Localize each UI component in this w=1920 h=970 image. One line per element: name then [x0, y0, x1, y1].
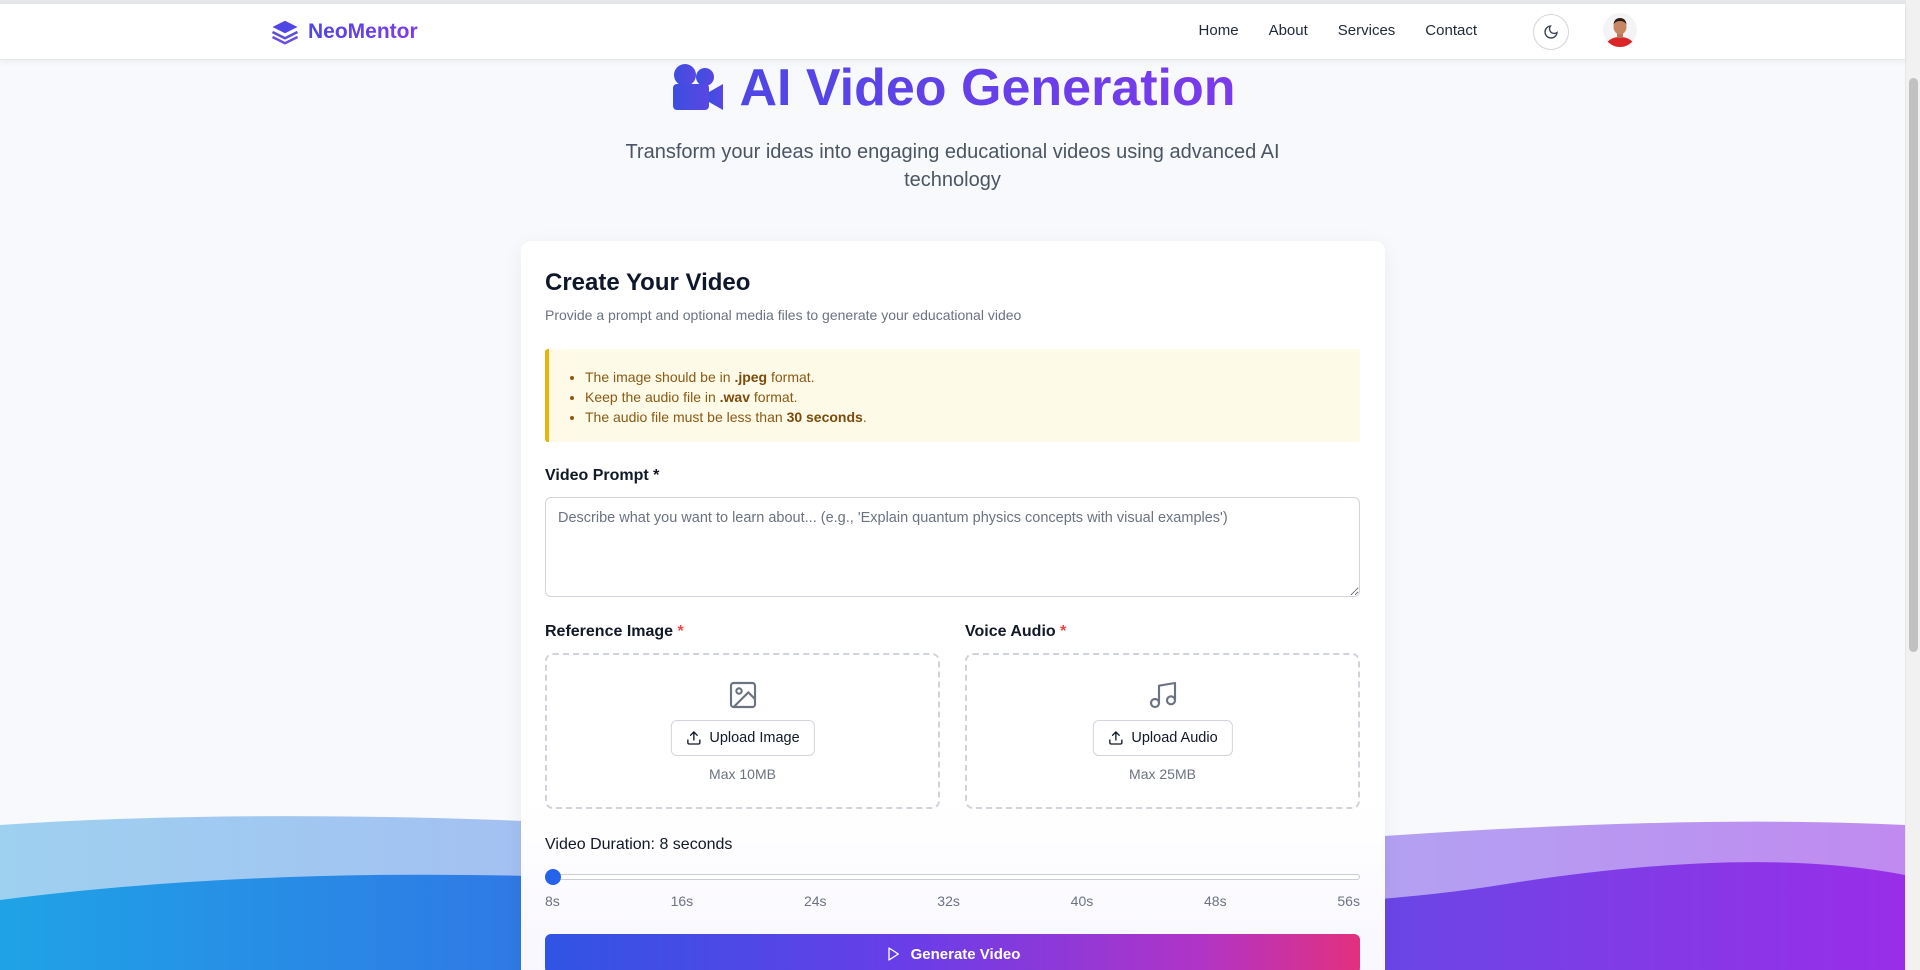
nav-home[interactable]: Home	[1199, 22, 1239, 39]
tick-label: 48s	[1204, 893, 1227, 909]
brand-name: NeoMentor	[308, 20, 418, 43]
video-camera-icon	[673, 64, 724, 110]
theme-toggle-button[interactable]	[1533, 14, 1569, 50]
tick-label: 40s	[1070, 893, 1094, 909]
card-description: Provide a prompt and optional media file…	[545, 307, 1022, 323]
nav-links: Home About Services Contact	[1199, 22, 1477, 39]
image-icon	[729, 681, 756, 709]
navbar: NeoMentor Home About Services Contact	[0, 4, 1905, 60]
brand[interactable]: NeoMentor	[270, 17, 418, 47]
tick-label: 8s	[545, 893, 560, 909]
page-title: AI Video Generation	[739, 59, 1236, 117]
format-notice: The image should be in .jpeg format. Kee…	[545, 349, 1360, 442]
user-avatar[interactable]	[1603, 13, 1637, 47]
upload-icon	[686, 731, 701, 745]
tick-label: 56s	[1337, 893, 1360, 909]
generate-video-button[interactable]: Generate Video	[545, 934, 1360, 970]
duration-label: Video Duration: 8 seconds	[545, 836, 733, 853]
upload-audio-label: Upload Audio	[1131, 730, 1218, 746]
generate-video-label: Generate Video	[910, 945, 1021, 963]
card-title: Create Your Video	[545, 269, 751, 296]
audio-size-limit: Max 25MB	[1129, 766, 1196, 782]
image-size-limit: Max 10MB	[709, 766, 776, 782]
page-scrollbar[interactable]	[1905, 0, 1920, 970]
layers-logo-icon	[271, 20, 299, 45]
scrollbar-thumb[interactable]	[1909, 78, 1918, 652]
avatar-icon	[1603, 13, 1637, 47]
video-prompt-input[interactable]	[545, 497, 1360, 597]
image-dropzone[interactable]: Upload Image Max 10MB	[545, 653, 940, 809]
duration-slider[interactable]	[545, 868, 1360, 886]
notice-item: Keep the audio file in .wav format.	[585, 387, 867, 407]
create-video-card: Create Your Video Provide a prompt and o…	[521, 241, 1385, 970]
prompt-label: Video Prompt *	[545, 467, 660, 484]
upload-icon	[1108, 731, 1123, 745]
upload-image-label: Upload Image	[709, 730, 800, 746]
hero-title: AI Video Generation	[0, 58, 1905, 119]
nav-about[interactable]: About	[1269, 22, 1308, 39]
slider-track[interactable]	[545, 874, 1360, 880]
upload-image-button[interactable]: Upload Image	[670, 720, 815, 756]
tick-label: 32s	[937, 893, 960, 909]
page-subtitle: Transform your ideas into engaging educa…	[625, 141, 1280, 191]
audio-dropzone[interactable]: Upload Audio Max 25MB	[965, 653, 1360, 809]
nav-contact[interactable]: Contact	[1425, 22, 1477, 39]
music-note-icon	[1149, 681, 1176, 709]
tick-label: 16s	[670, 893, 694, 909]
moon-icon	[1544, 25, 1558, 39]
play-icon	[887, 947, 899, 961]
reference-image-label: Reference Image *	[545, 623, 684, 640]
slider-thumb[interactable]	[545, 869, 561, 885]
nav-services[interactable]: Services	[1338, 22, 1396, 39]
tick-label: 24s	[803, 893, 827, 909]
notice-item: The image should be in .jpeg format.	[585, 367, 867, 387]
duration-ticks: 8s 16s 24s 32s 40s 48s 56s	[545, 893, 1360, 909]
upload-audio-button[interactable]: Upload Audio	[1092, 720, 1233, 756]
voice-audio-label: Voice Audio *	[965, 623, 1067, 640]
notice-item: The audio file must be less than 30 seco…	[585, 407, 867, 427]
